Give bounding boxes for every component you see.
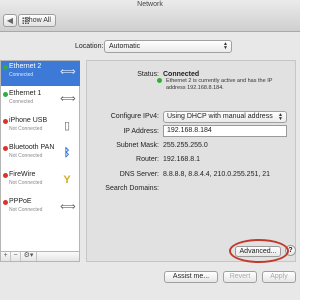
service-status: Connected — [9, 99, 34, 105]
service-name: Ethernet 2 — [9, 63, 42, 70]
status-label: Status: — [137, 71, 159, 78]
service-item[interactable]: Ethernet 1 Connected ⟺ — [1, 88, 80, 113]
service-item[interactable]: PPPoE Not Connected ⟺ — [1, 196, 80, 221]
assist-me-button[interactable]: Assist me... — [164, 271, 218, 283]
grid-icon — [22, 17, 29, 24]
service-item[interactable]: iPhone USB Not Connected ▯ — [1, 115, 80, 140]
configure-ipv4-select[interactable]: Using DHCP with manual address ▲ ▼ — [163, 111, 287, 123]
ip-address-field[interactable]: 192.168.8.184 — [163, 125, 287, 137]
status-indicator-icon — [157, 78, 162, 83]
service-name: iPhone USB — [9, 117, 48, 124]
service-status: Not Connected — [9, 207, 43, 213]
ethernet-icon: ⟺ — [60, 93, 76, 105]
iphone-icon: ▯ — [63, 120, 71, 132]
service-name: FireWire — [9, 171, 36, 178]
dns-server-label: DNS Server: — [119, 171, 159, 178]
service-name: PPPoE — [9, 198, 32, 205]
service-status: Not Connected — [9, 153, 43, 159]
service-list-toolbar: + − ⚙▾ — [0, 252, 80, 262]
updown-arrows-icon: ▲ ▼ — [278, 112, 283, 122]
status-value: Connected — [163, 71, 200, 78]
add-service-button[interactable]: + — [1, 252, 11, 261]
subnet-mask-label: Subnet Mask: — [116, 142, 159, 149]
bluetooth-icon: ᛒ — [63, 147, 71, 159]
firewire-icon: Y — [63, 174, 71, 186]
updown-arrows-icon: ▲ ▼ — [223, 41, 228, 51]
show-all-button[interactable]: Show All — [18, 14, 56, 27]
network-window: Network ◀ Show All Location: Automatic ▲… — [0, 0, 300, 300]
service-item[interactable]: Ethernet 2 Connected ⟺ — [1, 61, 80, 86]
status-dot-icon — [3, 173, 8, 178]
revert-button[interactable]: Revert — [223, 271, 257, 283]
service-status: Not Connected — [9, 126, 43, 132]
location-select[interactable]: Automatic ▲ ▼ — [104, 40, 232, 53]
status-dot-icon — [3, 200, 8, 205]
location-label: Location: — [75, 43, 104, 50]
apply-button[interactable]: Apply — [262, 271, 296, 283]
status-dot-icon — [3, 146, 8, 151]
window-title: Network — [137, 1, 163, 8]
status-dot-icon — [3, 119, 8, 124]
service-item[interactable]: FireWire Not Connected Y — [1, 169, 80, 194]
service-status: Connected — [9, 72, 34, 78]
action-menu-button[interactable]: ⚙▾ — [21, 252, 37, 261]
ethernet-icon: ⟺ — [60, 66, 76, 78]
configure-ipv4-value: Using DHCP with manual address — [167, 113, 273, 120]
configure-ipv4-label: Configure IPv4: — [110, 113, 159, 120]
service-name: Ethernet 1 — [9, 90, 42, 97]
pppoe-icon: ⟺ — [60, 201, 76, 213]
search-domains-label: Search Domains: — [105, 185, 159, 192]
back-arrow-icon: ◀ — [6, 16, 14, 25]
status-detail-text: Ethernet 2 is currently active and has t… — [166, 78, 273, 91]
back-button[interactable]: ◀ — [3, 14, 17, 27]
status-dot-icon — [3, 92, 8, 97]
title-bar: Network ◀ Show All — [0, 0, 300, 32]
status-dot-icon — [3, 65, 8, 70]
router-value: 192.168.8.1 — [163, 156, 200, 163]
service-item[interactable]: Bluetooth PAN Not Connected ᛒ — [1, 142, 80, 167]
ip-address-label: IP Address: — [123, 128, 159, 135]
location-value: Automatic — [109, 43, 141, 50]
dns-server-value: 8.8.8.8, 8.8.4.4, 210.0.255.251, 21 — [163, 171, 271, 178]
service-status: Not Connected — [9, 180, 43, 186]
service-name: Bluetooth PAN — [9, 144, 55, 151]
router-label: Router: — [136, 156, 159, 163]
advanced-highlight-ring — [229, 239, 289, 263]
service-list: Ethernet 2 Connected ⟺ Ethernet 1 Connected ⟺… — [0, 60, 80, 252]
location-row: Location: Automatic ▲ ▼ — [0, 40, 300, 54]
subnet-mask-value: 255.255.255.0 — [163, 142, 208, 149]
service-detail-panel: Status: Connected Ethernet 2 is currentl… — [86, 60, 296, 263]
remove-service-button[interactable]: − — [11, 252, 21, 261]
